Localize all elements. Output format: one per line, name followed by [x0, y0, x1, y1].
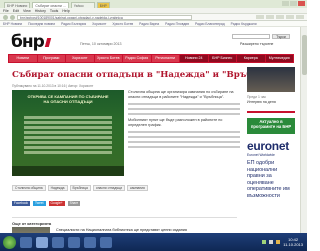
bnr-logo-text: бнр	[11, 32, 45, 52]
sidebar-divider	[247, 111, 295, 113]
more-section-title: Още от категорията	[12, 221, 52, 226]
logo-accent	[44, 37, 52, 47]
advanced-search-link[interactable]: Разширено търсене	[240, 42, 273, 46]
photo-caption-bar	[12, 166, 124, 176]
article-body: Столична община ще организира кампания п…	[128, 90, 240, 151]
sidebar-date: Преди 1 час	[247, 95, 267, 99]
bookmark-item[interactable]: Радио Пловдив	[165, 22, 189, 26]
article-headline: Събират опасни отпадъци в "Надежда" и "В…	[12, 70, 282, 80]
photo-sign-text: ОТКРИВА СЕ КАМПАНИЯ ПО СЪБИРАНЕ НА ОПАСН…	[27, 94, 109, 104]
app-icon[interactable]	[84, 236, 96, 248]
site-nav: Новини Програми Хоризонт Христо Ботев Ра…	[8, 54, 294, 63]
article-photo[interactable]: ОТКРИВА СЕ КАМПАНИЯ ПО СЪБИРАНЕ НА ОПАСН…	[12, 90, 124, 176]
facebook-share-button[interactable]: Facebook	[12, 201, 30, 206]
sidebar-link[interactable]: Интервю на деня	[247, 100, 295, 105]
article-text-lines	[128, 103, 240, 115]
browser-tabstrip: БНР Новини Събират опасни ... Yahoo БНР	[0, 0, 307, 8]
bookmark-item[interactable]: Хоризонт	[92, 22, 106, 26]
site-date: Петък, 10 октомври 2013	[80, 42, 122, 46]
volume-icon[interactable]	[269, 240, 274, 244]
euronet-subtitle: Euronet Worldwide	[247, 153, 275, 157]
nav-item[interactable]: Хоризонт	[66, 55, 94, 62]
menu-tools[interactable]: Tools	[50, 9, 58, 13]
tools-icon[interactable]	[296, 15, 304, 19]
tag-link[interactable]: Столична община	[12, 185, 46, 191]
page-icon[interactable]	[276, 15, 284, 19]
sidebar: Преди 1 час Интервю на деня Актуално в п…	[247, 67, 295, 199]
article-tags: Столична община Надежда Връбница опасни …	[12, 185, 148, 191]
home-icon[interactable]	[266, 15, 274, 19]
nav-item[interactable]: БНР Бизнес	[208, 55, 236, 62]
euronet-logo[interactable]: euronet	[247, 139, 295, 153]
tag-link[interactable]: кампания	[127, 185, 148, 191]
tweet-button[interactable]: Tweet	[33, 201, 46, 206]
bookmark-item[interactable]: БНР Новини	[3, 22, 22, 26]
forward-icon[interactable]	[10, 14, 15, 20]
menu-edit[interactable]: Edit	[13, 9, 19, 13]
bookmark-item[interactable]: Радио Варна	[139, 22, 159, 26]
programs-promo-banner[interactable]: Актуално в програмите на БНР	[247, 118, 295, 134]
bookmark-item[interactable]: Радио България	[61, 22, 86, 26]
nav-item[interactable]: Програми	[37, 55, 65, 62]
search-button[interactable]: Търси	[272, 34, 290, 39]
nav-item[interactable]: Радио София	[123, 55, 151, 62]
scrollbar-thumb[interactable]	[302, 35, 307, 75]
menu-help[interactable]: Help	[62, 9, 69, 13]
nav-item[interactable]: Христо Ботев	[94, 55, 122, 62]
share-bar: Facebook Tweet Google+ Share	[12, 201, 81, 206]
address-input[interactable]: bnr.bg/post/100189001/sabirat-opasni-otp…	[17, 14, 192, 20]
sidebar-thumbnail[interactable]	[247, 67, 295, 92]
nav-item[interactable]: Кариера	[237, 55, 265, 62]
nav-item[interactable]: Регионални	[151, 55, 179, 62]
maximize-icon[interactable]	[290, 1, 297, 6]
menu-file[interactable]: File	[3, 9, 9, 13]
tag-link[interactable]: опасни отпадъци	[92, 185, 126, 191]
toolbar-buttons	[256, 15, 304, 19]
google-plus-button[interactable]: Google+	[48, 201, 65, 206]
clock-date: 11.10.2013	[283, 242, 303, 247]
window-controls	[282, 1, 305, 6]
article-paragraph: Мобилният пункт ще бъде разположен в рай…	[128, 118, 223, 127]
bookmark-item[interactable]: Радио Благоевград	[195, 22, 225, 26]
network-icon[interactable]	[262, 240, 267, 244]
article-byline: Публикувано на 11.10.2013 в 10:16 | Авто…	[12, 84, 94, 88]
vertical-scrollbar[interactable]	[300, 27, 307, 233]
close-icon[interactable]	[298, 1, 305, 6]
menu-view[interactable]: View	[23, 9, 31, 13]
article-paragraph: Столична община ще организира кампания п…	[128, 90, 234, 99]
nav-item[interactable]: Новини	[9, 55, 37, 62]
media-icon[interactable]	[52, 236, 64, 248]
nav-item[interactable]: Мултимедия	[265, 55, 293, 62]
minimize-icon[interactable]	[282, 1, 289, 6]
app-icon[interactable]	[100, 236, 112, 248]
system-clock[interactable]: 10:42 11.10.2013	[283, 237, 303, 247]
app-icon[interactable]	[68, 236, 80, 248]
search-input[interactable]	[232, 34, 270, 39]
bookmark-item[interactable]: Последни новини	[28, 22, 55, 26]
navigation-toolbar: bnr.bg/post/100189001/sabirat-opasni-otp…	[0, 14, 307, 21]
share-button[interactable]: Share	[67, 201, 81, 206]
bookmark-item[interactable]: Радио Кърджали	[231, 22, 257, 26]
menu-history[interactable]: History	[35, 9, 46, 13]
article-text-lines	[128, 131, 240, 148]
tag-link[interactable]: Надежда	[47, 185, 68, 191]
bookmark-item[interactable]: Христо Ботев	[112, 22, 133, 26]
safety-icon[interactable]	[286, 15, 294, 19]
taskbar: 10:42 11.10.2013	[0, 233, 307, 251]
browser-icon[interactable]	[36, 236, 48, 248]
euronet-ad-text[interactable]: ЕП одобри национални правни за оценяване…	[247, 160, 295, 199]
section-divider	[12, 217, 237, 218]
photo-sign-rows	[24, 116, 112, 156]
tag-link[interactable]: Връбница	[69, 185, 91, 191]
nav-item[interactable]: Новини 24	[180, 55, 208, 62]
web-page: бнр Петък, 10 октомври 2013 Търси Разшир…	[0, 27, 300, 233]
back-icon[interactable]	[3, 14, 8, 20]
explorer-icon[interactable]	[20, 236, 32, 248]
system-tray: 10:42 11.10.2013	[262, 237, 307, 247]
site-logo[interactable]: бнр	[11, 32, 52, 52]
flag-icon[interactable]	[276, 240, 281, 244]
start-button[interactable]	[3, 235, 16, 249]
bookmark-icon[interactable]	[256, 15, 264, 19]
